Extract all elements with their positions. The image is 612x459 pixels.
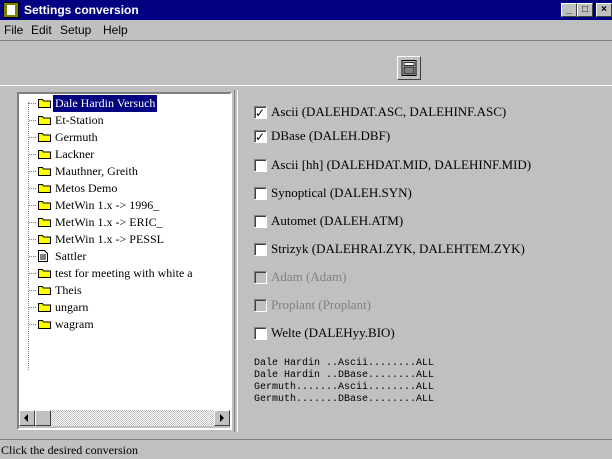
option-checkbox[interactable] <box>254 215 267 228</box>
summary-line: Dale Hardin ..Ascii........ALL <box>254 358 435 369</box>
status-text: Click the desired conversion <box>1 443 138 457</box>
maximize-button[interactable]: □ <box>577 3 593 17</box>
scroll-right-button[interactable] <box>214 410 230 426</box>
folder-icon <box>38 320 51 329</box>
folder-icon <box>38 150 51 159</box>
folder-icon <box>38 133 51 142</box>
summary-line: Germuth.......DBase........ALL <box>254 394 435 405</box>
tree-connector <box>29 137 36 138</box>
tree-item-label: Sattler <box>55 249 87 263</box>
scroll-thumb[interactable] <box>35 410 51 426</box>
option-checkbox[interactable] <box>254 104 267 122</box>
option-checkbox[interactable] <box>254 243 267 256</box>
menu-file[interactable]: File <box>4 23 23 37</box>
tree-item-label: Theis <box>55 283 82 297</box>
folder-icon <box>38 286 51 295</box>
app-icon[interactable] <box>3 2 19 18</box>
calculator-icon <box>401 60 417 76</box>
folder-icon <box>38 167 51 176</box>
window-title: Settings conversion <box>24 3 139 17</box>
tree-item-label: test for meeting with white a <box>55 266 193 280</box>
tree-item-label: Mauthner, Greith <box>55 164 138 178</box>
folder-icon <box>38 235 51 244</box>
option-checkbox[interactable] <box>254 187 267 200</box>
tree-connector <box>29 154 36 155</box>
minimize-button[interactable]: _ <box>561 3 577 17</box>
horizontal-scrollbar[interactable] <box>19 410 230 428</box>
summary-line: Germuth.......Ascii........ALL <box>254 382 435 393</box>
tree-item-label: Metos Demo <box>55 181 118 195</box>
conversion-summary: Dale Hardin ..Ascii........ALL Dale Hard… <box>254 358 434 406</box>
folder-icon <box>38 269 51 278</box>
tree-connector <box>29 290 36 291</box>
folder-icon <box>38 218 51 227</box>
folder-icon <box>38 201 51 210</box>
option-checkbox <box>254 271 267 284</box>
option-label: DBase (DALEH.DBF) <box>271 128 391 143</box>
option-label: Automet (DALEH.ATM) <box>271 213 404 228</box>
tree-item-label: MetWin 1.x -> 1996_ <box>55 198 160 212</box>
status-bar: Click the desired conversion <box>0 439 612 459</box>
close-button[interactable]: × <box>596 3 612 17</box>
option-label: Strizyk (DALEHRAI.ZYK, DALEHTEM.ZYK) <box>271 241 525 256</box>
tree-item-label: Et-Station <box>55 113 104 127</box>
tree-item-label: MetWin 1.x -> PESSL <box>55 232 164 246</box>
tree-connector <box>29 171 36 172</box>
tree-connector <box>29 307 36 308</box>
option-label: Ascii [hh] (DALEHDAT.MID, DALEHINF.MID) <box>271 157 532 172</box>
summary-line: Dale Hardin ..DBase........ALL <box>254 370 435 381</box>
document-icon <box>38 250 48 262</box>
option-label: Welte (DALEHyy.BIO) <box>271 325 395 340</box>
menu-help[interactable]: Help <box>103 23 128 37</box>
option-checkbox[interactable] <box>254 327 267 340</box>
toolbar <box>0 40 612 86</box>
menu-bar: File Edit Setup Help <box>0 20 612 40</box>
menu-setup[interactable]: Setup <box>60 23 91 37</box>
tree-connector <box>28 102 29 370</box>
tree-connector <box>29 222 36 223</box>
option-label: Proplant (Proplant) <box>271 297 372 312</box>
tree-connector <box>29 324 36 325</box>
calculator-button[interactable] <box>397 56 421 80</box>
tree-connector <box>29 205 36 206</box>
option-checkbox[interactable] <box>254 128 267 146</box>
tree-item-label: wagram <box>55 317 94 331</box>
tree-connector <box>29 103 36 104</box>
station-tree[interactable]: Dale Hardin Versuch Et-Station Germuth Lack… <box>17 92 232 430</box>
title-bar: Settings conversion _ □ × <box>0 0 612 20</box>
tree-item-label: Germuth <box>55 130 98 144</box>
tree-connector <box>29 273 36 274</box>
folder-icon <box>38 303 51 312</box>
tree-item-label: Lackner <box>55 147 95 161</box>
option-label: Adam (Adam) <box>271 269 347 284</box>
folder-icon <box>38 116 51 125</box>
splitter[interactable] <box>234 90 238 432</box>
scroll-left-button[interactable] <box>19 410 35 426</box>
scroll-track[interactable] <box>35 410 214 426</box>
option-checkbox <box>254 299 267 312</box>
tree-connector <box>29 256 36 257</box>
folder-icon <box>38 184 51 193</box>
option-checkbox[interactable] <box>254 159 267 172</box>
option-label: Ascii (DALEHDAT.ASC, DALEHINF.ASC) <box>271 104 507 119</box>
option-label: Synoptical (DALEH.SYN) <box>271 185 412 200</box>
tree-connector <box>29 239 36 240</box>
menu-edit[interactable]: Edit <box>31 23 52 37</box>
tree-connector <box>29 120 36 121</box>
tree-item-label: ungarn <box>55 300 89 314</box>
tree-item-label: Dale Hardin Versuch <box>53 95 158 112</box>
tree-item-label: MetWin 1.x -> ERIC_ <box>55 215 163 229</box>
tree-connector <box>29 188 36 189</box>
folder-icon <box>38 99 51 108</box>
